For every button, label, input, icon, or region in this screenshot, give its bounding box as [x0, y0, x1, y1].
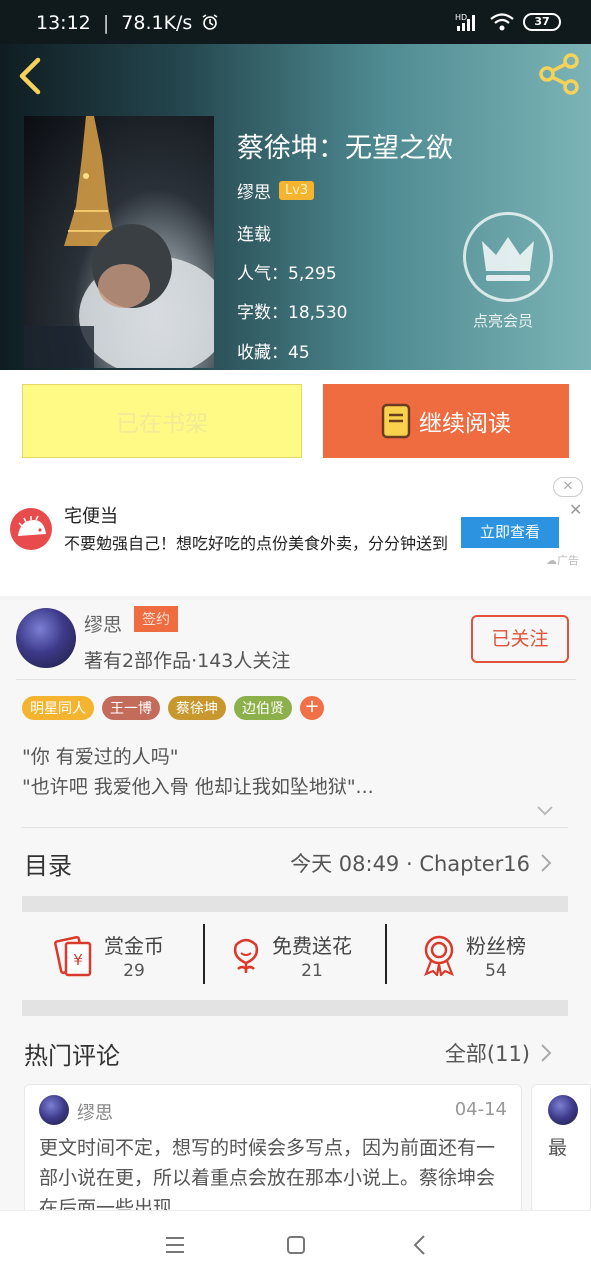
ad-description: 不要勉强自己！想吃好吃的点份美食外卖，分分钟送到: [64, 534, 449, 553]
latest-chapter-text: 今天 08:49 · Chapter16: [290, 852, 530, 876]
battery-indicator: 37: [523, 13, 561, 31]
book-icon: [381, 403, 411, 439]
commenter-avatar[interactable]: [548, 1095, 578, 1125]
author-card-name[interactable]: 缪思: [84, 610, 122, 637]
ad-banner[interactable]: 宅便当 不要勉强自己！想吃好吃的点份美食外卖，分分钟送到 立即查看 ✕ ✕ ☁广…: [0, 472, 591, 596]
continue-reading-label: 继续阅读: [419, 411, 511, 437]
red-envelope-icon: ¥: [54, 935, 92, 977]
author-name[interactable]: 缪思: [237, 178, 271, 203]
ad-logo: [10, 508, 52, 550]
chevron-down-icon[interactable]: [536, 804, 554, 818]
signal-icon: HD: [455, 13, 475, 31]
comment-date: 04-14: [454, 1099, 507, 1120]
alarm-icon: [202, 14, 218, 30]
tag-item[interactable]: 王一博: [102, 696, 160, 720]
signed-badge: 签约: [134, 606, 178, 632]
divider: [16, 679, 576, 680]
tag-item[interactable]: 边伯贤: [234, 696, 292, 720]
ad-dismiss-button[interactable]: ✕: [553, 477, 583, 497]
reward-divider: [385, 924, 387, 984]
book-cover[interactable]: [24, 116, 214, 368]
chevron-right-icon: [541, 1044, 552, 1062]
add-tag-button[interactable]: +: [300, 696, 324, 720]
intro-line: "也许吧 我爱他入骨 他却让我如坠地狱"...: [22, 776, 374, 798]
clock: 13:12: [36, 12, 91, 34]
level-badge: Lv3: [279, 181, 315, 200]
reward-bar: ¥ 赏金币 29 免费送花 21 粉丝榜 54: [22, 912, 568, 998]
tag-item[interactable]: 蔡徐坤: [168, 696, 226, 720]
author-row[interactable]: 缪思 Lv3: [237, 178, 315, 203]
reward-value: 29: [123, 960, 145, 981]
reward-fans[interactable]: 粉丝榜 54: [420, 916, 526, 994]
action-bar: 已在书架 继续阅读: [0, 370, 591, 472]
all-comments-link[interactable]: 全部(11): [445, 1038, 552, 1068]
comment-text: 更文时间不定，想写的时候会多写点，因为前面还有一部小说在更，所以着重点会放在那本…: [39, 1137, 496, 1214]
comment-card[interactable]: 缪思 04-14 更文时间不定，想写的时候会多写点，因为前面还有一部小说在更，所…: [24, 1084, 522, 1214]
svg-text:¥: ¥: [73, 951, 83, 969]
reward-label: 免费送花: [272, 933, 352, 958]
section-band: [22, 1000, 568, 1016]
ad-tag-label: 广告: [557, 554, 579, 567]
signal-label: HD: [455, 13, 467, 22]
comment-text: 最: [548, 1137, 568, 1159]
author-stats: 著有2部作品·143人关注: [84, 650, 291, 672]
network-speed: 78.1K/s: [121, 12, 193, 34]
status-separator: |: [102, 12, 110, 34]
author-avatar[interactable]: [16, 608, 76, 668]
ad-title: 宅便当: [64, 506, 118, 527]
status-right: HD 37: [455, 12, 561, 32]
vip-button[interactable]: [463, 212, 553, 302]
book-word-count: 字数：18,530: [237, 303, 348, 323]
wifi-icon: [490, 13, 514, 31]
chevron-right-icon: [541, 854, 552, 872]
toc-label[interactable]: 目录: [24, 846, 72, 881]
home-icon[interactable]: [284, 1233, 308, 1257]
book-header: 蔡徐坤：无望之欲 缪思 Lv3 连载 人气：5,295 字数：18,530 收藏…: [0, 44, 591, 370]
section-band: [22, 896, 568, 912]
medal-icon: [424, 935, 454, 976]
book-status: 连载: [237, 225, 271, 245]
reward-flowers[interactable]: 免费送花 21: [228, 916, 352, 994]
commenter-name[interactable]: 缪思: [77, 1099, 113, 1125]
system-nav-bar: [0, 1210, 591, 1280]
share-icon[interactable]: [537, 52, 581, 96]
reward-coins[interactable]: ¥ 赏金币 29: [52, 916, 164, 994]
all-comments-label: 全部(11): [444, 1042, 530, 1066]
ad-tag: ☁广告: [546, 554, 579, 567]
hot-comments-label: 热门评论: [24, 1042, 120, 1070]
reward-divider: [203, 924, 205, 984]
toc-latest-chapter[interactable]: 今天 08:49 · Chapter16: [290, 848, 552, 878]
reward-value: 21: [301, 960, 323, 981]
flower-icon: [233, 938, 259, 973]
book-favorites: 收藏：45: [237, 343, 310, 363]
commenter-avatar[interactable]: [39, 1095, 69, 1125]
ad-close-icon[interactable]: ✕: [569, 500, 582, 519]
back-icon[interactable]: [14, 56, 44, 96]
status-time: 13:12 | 78.1K/s: [36, 12, 219, 34]
status-bar: 13:12 | 78.1K/s HD 37: [0, 0, 591, 44]
reward-value: 54: [485, 960, 507, 981]
menu-icon[interactable]: [163, 1233, 187, 1257]
tag-list: 明星同人 王一博 蔡徐坤 边伯贤 +: [22, 696, 324, 720]
follow-button[interactable]: 已关注: [471, 615, 569, 663]
book-intro[interactable]: "你 有爱过的人吗" "也许吧 我爱他入骨 他却让我如坠地狱"...: [22, 742, 374, 802]
continue-reading-button[interactable]: 继续阅读: [323, 384, 569, 458]
on-shelf-button[interactable]: 已在书架: [22, 384, 302, 458]
crown-icon: [482, 237, 534, 281]
back-nav-icon[interactable]: [408, 1233, 432, 1257]
cover-image: [24, 116, 214, 368]
book-popularity: 人气：5,295: [237, 264, 337, 284]
book-title: 蔡徐坤：无望之欲: [237, 133, 453, 164]
author-section: 缪思 签约 著有2部作品·143人关注 已关注 明星同人 王一博 蔡徐坤 边伯贤…: [0, 600, 591, 1214]
ad-cta-button[interactable]: 立即查看: [461, 517, 559, 548]
intro-line: "你 有爱过的人吗": [22, 746, 179, 768]
divider: [22, 827, 568, 828]
reward-label: 赏金币: [104, 933, 164, 958]
hedgehog-icon: [18, 515, 46, 536]
vip-label[interactable]: 点亮会员: [473, 310, 533, 331]
reward-label: 粉丝榜: [466, 933, 526, 958]
comment-card[interactable]: 最: [531, 1084, 591, 1214]
tag-item[interactable]: 明星同人: [22, 696, 94, 720]
